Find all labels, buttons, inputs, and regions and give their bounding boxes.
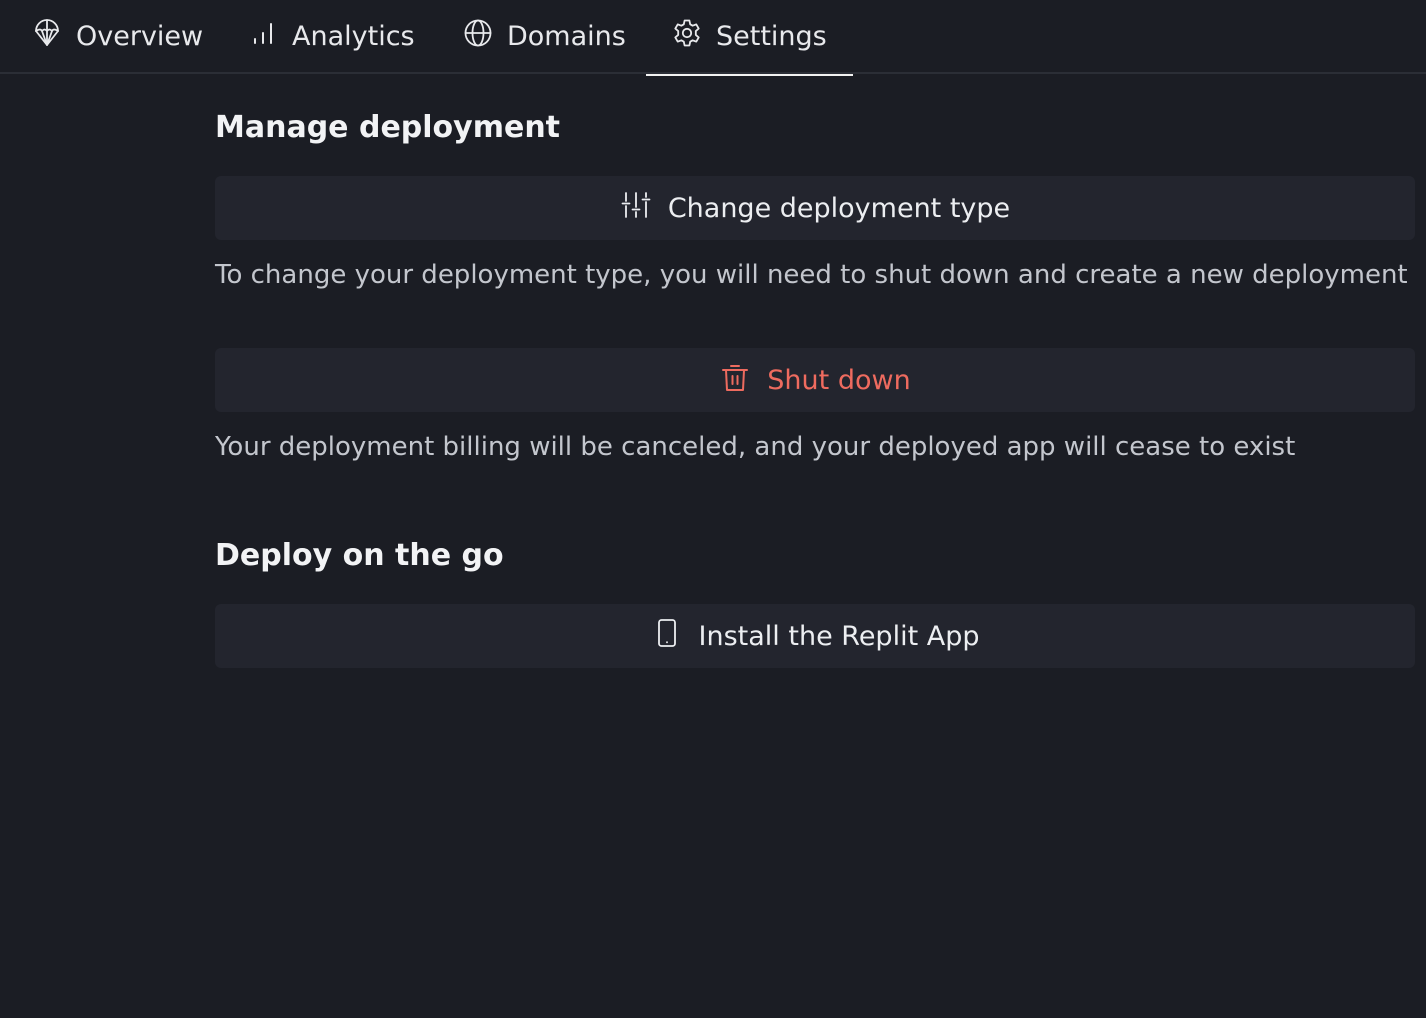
sliders-icon xyxy=(620,189,652,228)
deploy-icon xyxy=(32,18,62,55)
tab-domains-label: Domains xyxy=(507,20,626,52)
deploy-on-the-go-heading: Deploy on the go xyxy=(215,538,504,573)
tab-bar: Overview Analytics Domains Settings xyxy=(0,0,1426,76)
bar-chart-icon xyxy=(248,18,278,55)
shut-down-label: Shut down xyxy=(767,364,911,396)
tab-overview-label: Overview xyxy=(76,20,204,52)
tab-analytics[interactable]: Analytics xyxy=(248,0,415,74)
tab-settings[interactable]: Settings xyxy=(646,0,853,76)
shut-down-description: Your deployment billing will be canceled… xyxy=(215,432,1296,462)
tab-domains[interactable]: Domains xyxy=(463,0,626,74)
tab-settings-label: Settings xyxy=(716,20,827,52)
change-deployment-type-label: Change deployment type xyxy=(667,192,1011,224)
shut-down-button[interactable]: Shut down xyxy=(215,348,1415,412)
gear-icon xyxy=(672,18,702,55)
manage-deployment-heading: Manage deployment xyxy=(215,110,561,145)
globe-icon xyxy=(463,18,493,55)
change-deployment-type-button[interactable]: Change deployment type xyxy=(215,176,1415,240)
install-replit-app-button[interactable]: Install the Replit App xyxy=(215,604,1415,668)
tab-overview[interactable]: Overview xyxy=(32,0,203,74)
tab-analytics-label: Analytics xyxy=(292,20,415,52)
trash-icon xyxy=(719,361,751,400)
change-deployment-type-description: To change your deployment type, you will… xyxy=(215,260,1408,290)
install-replit-app-label: Install the Replit App xyxy=(698,620,980,652)
phone-icon xyxy=(651,617,683,656)
